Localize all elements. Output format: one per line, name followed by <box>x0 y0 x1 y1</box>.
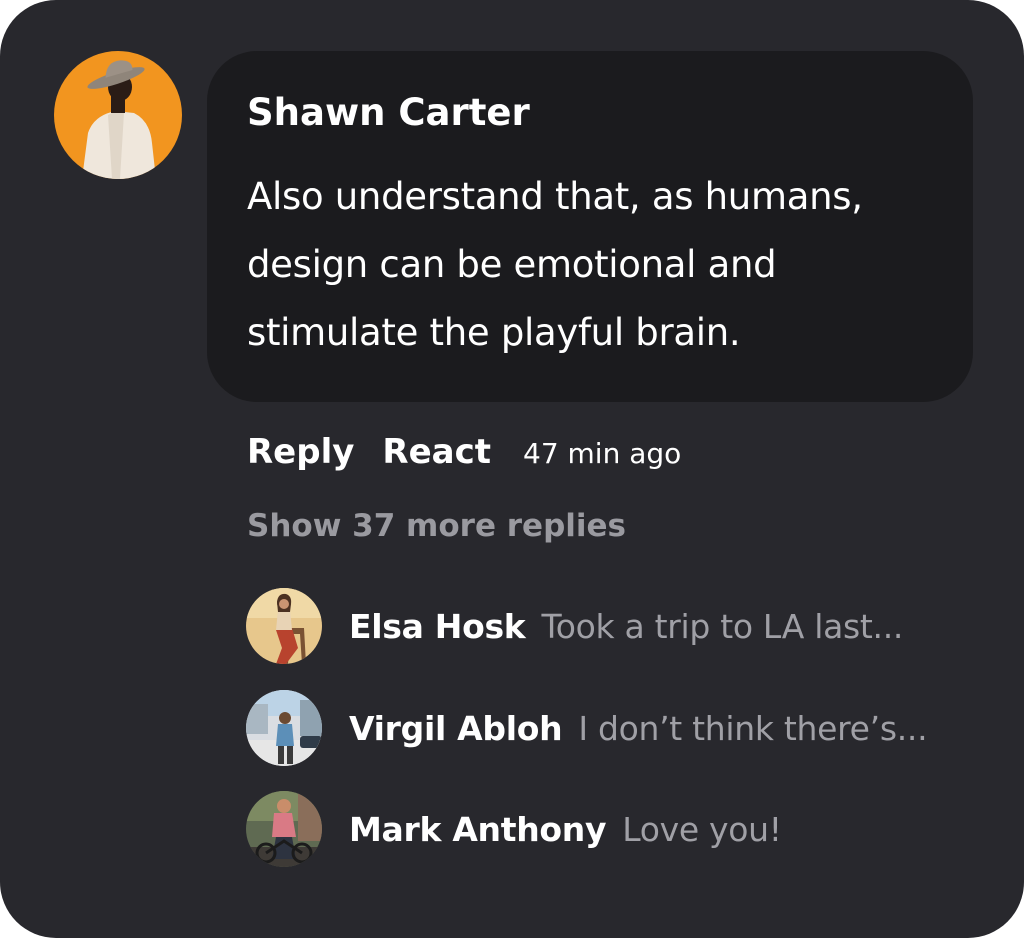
show-more-replies-link[interactable]: Show 37 more replies <box>247 508 626 544</box>
reply-item[interactable]: Elsa Hosk Took a trip to LA last... <box>246 587 903 665</box>
author-name[interactable]: Shawn Carter <box>247 91 530 135</box>
reply-item[interactable]: Mark Anthony Love you! <box>246 790 782 868</box>
man-with-bicycle-photo <box>246 791 322 867</box>
comment-text: Also understand that, as humans, design … <box>247 175 863 354</box>
reply-preview: Love you! <box>622 809 782 849</box>
reply-avatar[interactable] <box>246 690 322 766</box>
comment-timestamp: 47 min ago <box>523 437 682 470</box>
react-button[interactable]: React <box>382 432 491 472</box>
author-avatar[interactable] <box>54 51 182 179</box>
reply-author-name[interactable]: Virgil Abloh <box>349 709 563 748</box>
reply-preview: Took a trip to LA last... <box>541 606 904 646</box>
reply-item[interactable]: Virgil Abloh I don’t think there’s... <box>246 689 928 767</box>
reply-preview: I don’t think there’s... <box>578 708 928 748</box>
comment-card: Shawn Carter Also understand that, as hu… <box>0 0 1024 938</box>
reply-author-name[interactable]: Mark Anthony <box>349 810 607 849</box>
woman-on-chair-photo <box>246 588 322 664</box>
person-wearing-hat-photo <box>54 51 182 179</box>
comment-actions: Reply React 47 min ago <box>247 432 681 478</box>
man-on-street-photo <box>246 690 322 766</box>
reply-avatar[interactable] <box>246 791 322 867</box>
comment-bubble: Shawn Carter Also understand that, as hu… <box>207 51 973 402</box>
reply-avatar[interactable] <box>246 588 322 664</box>
reply-author-name[interactable]: Elsa Hosk <box>349 607 526 646</box>
reply-button[interactable]: Reply <box>247 432 354 472</box>
